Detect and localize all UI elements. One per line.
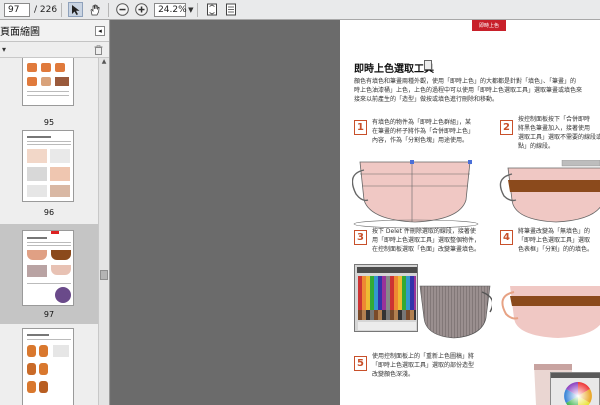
zoom-in-button[interactable] (134, 2, 149, 17)
page-thumbnail-98[interactable] (22, 328, 74, 405)
zoom-in-icon (135, 3, 148, 16)
step-number-5: 5 (354, 356, 367, 371)
intro-line: 時上色油漆桶」上色，上色的過程中可以使用「即時上色選取工具」選取筆畫或填色來 (354, 87, 583, 94)
toolbar-divider (61, 2, 63, 17)
step-text: 用「即時上色選取工具」選取整個物件， (372, 237, 481, 244)
step-text: 內容，作為「分割色塊」用途使用。 (372, 137, 469, 144)
step-number-2: 2 (500, 120, 513, 135)
toolbar-divider (108, 2, 110, 17)
step-text: 點」的線段。 (518, 143, 555, 150)
cursor-arrow-icon (71, 4, 80, 15)
panel-toolbar: ▾ (0, 42, 109, 58)
thumbnail-list: 95 96 97 (0, 58, 98, 405)
step-text: 按下 Delet 件刪除選取的線段，接著使 (372, 228, 476, 235)
zoom-out-button[interactable] (115, 2, 130, 17)
color-wheel-icon (564, 382, 592, 405)
section-heading: 即時上色選取工具 (354, 64, 434, 75)
options-dropdown-button[interactable]: ▾ (2, 45, 6, 54)
intro-line: 顏色有填色和筆畫兩種外觀，使用「即時上色」的大都都是針對「填色」、「筆畫」的 (354, 78, 577, 85)
step-number-4: 4 (500, 230, 513, 245)
document-viewport: 即時上色 即時上色選取工具 顏色有填色和筆畫兩種外觀，使用「即時上色」的大都都是… (111, 20, 600, 405)
collapse-panel-button[interactable]: ◂ (95, 25, 105, 36)
panel-title: 頁面縮圖 (0, 27, 40, 38)
trash-icon[interactable] (94, 44, 103, 55)
fit-width-button[interactable] (223, 2, 238, 17)
zoom-dropdown-button[interactable]: ▼ (188, 6, 193, 14)
toolbar: 97 / 226 24.2% ▼ (0, 0, 600, 20)
step-text: 有填色的物件為「即時上色群組」，某 (372, 119, 472, 126)
scrollbar-thumb[interactable] (100, 270, 108, 280)
step-text: 使用控制面板上的「重新上色圖稿」將 (372, 353, 475, 360)
page-thumbnail-95[interactable] (22, 58, 74, 106)
recolor-dialog-illustration (550, 372, 600, 405)
step-number-3: 3 (354, 230, 367, 245)
zoom-out-icon (116, 3, 129, 16)
hand-icon (90, 4, 100, 15)
step-text: 在筆畫的杯子將作為「合併即時上色」 (372, 128, 475, 135)
step-number-1: 1 (354, 120, 367, 135)
scroll-up-arrow[interactable]: ▲ (99, 58, 109, 67)
fit-page-icon (206, 3, 217, 16)
step-text: 選取工具」選取不需要的線段或 (518, 134, 600, 141)
page-number-input[interactable]: 97 (4, 2, 30, 17)
intro-line: 接來以前產生的「造型」做按或填色進行刪除和移動。 (354, 96, 499, 103)
cup-illustration-2 (499, 160, 600, 223)
step-text: 「即時上色選取工具」選取 (518, 237, 591, 244)
page-thumbnail-97[interactable] (22, 230, 74, 306)
toolbar-divider (197, 2, 199, 17)
step-text: 色表框」「分割」的的填色。 (518, 246, 594, 253)
thumbnail-label: 97 (43, 310, 55, 319)
chapter-tab: 即時上色 (472, 20, 506, 31)
fit-width-icon (225, 3, 236, 16)
pdf-page: 即時上色 即時上色選取工具 顏色有填色和筆畫兩種外觀，使用「即時上色」的大都都是… (340, 20, 600, 405)
zoom-level-input[interactable]: 24.2% (154, 2, 187, 17)
page-total-label: / 226 (34, 4, 58, 15)
cup-illustration-1 (352, 160, 479, 229)
thumbnail-label: 95 (43, 118, 55, 127)
thumbnail-label: 96 (43, 208, 55, 217)
heading-tool-icon (424, 60, 432, 70)
hand-tool-button[interactable] (87, 2, 102, 17)
cup-illustration-4 (501, 286, 600, 338)
panel-header: 頁面縮圖 ◂ (0, 20, 109, 42)
step-text: 在控制面板選取「色面」改變筆畫填色。 (372, 246, 481, 253)
step-text: 改變顏色深淺。 (372, 371, 415, 378)
step-text: 按控制面板按下「合併即時 (518, 116, 591, 123)
cup-illustration-3 (419, 285, 492, 339)
thumbnails-panel: 頁面縮圖 ◂ ▾ 95 96 97 ▲ (0, 20, 110, 405)
thumbnails-scrollbar[interactable]: ▲ (98, 58, 109, 405)
swatches-panel-illustration (354, 264, 418, 332)
step-text: 「即時上色選取工具」選取的部份造型 (372, 362, 475, 369)
fit-page-button[interactable] (204, 2, 219, 17)
page-thumbnail-96[interactable] (22, 130, 74, 202)
step-text: 將黑色筆畫加入，接著使用 (518, 125, 591, 132)
select-tool-button[interactable] (68, 2, 84, 17)
step-text: 將筆畫改變為「無填色」的 (518, 228, 591, 235)
